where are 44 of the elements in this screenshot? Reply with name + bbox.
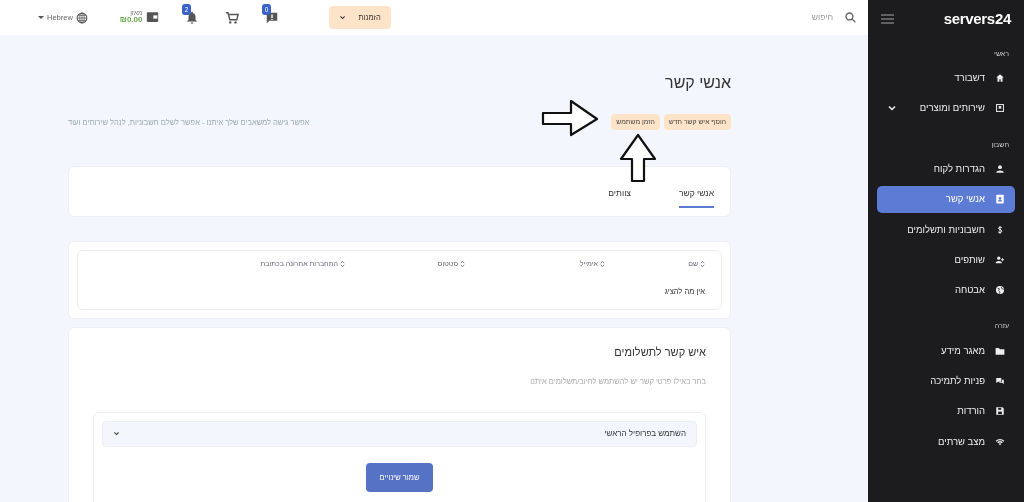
sidebar-item[interactable]: מאגר מידע <box>877 337 1015 364</box>
dollar-icon <box>995 224 1005 235</box>
sidebar-item[interactable]: הורדות <box>877 398 1015 425</box>
sidebar-item[interactable]: דשבורד <box>877 65 1015 92</box>
bell-icon[interactable] <box>185 10 200 25</box>
sidebar-item[interactable]: שירותים ומוצרים <box>877 95 1015 122</box>
sidebar-item[interactable]: פניות לתמיכה <box>877 368 1015 395</box>
sort-icon <box>700 260 705 269</box>
contact-card-icon <box>995 194 1005 205</box>
sort-icon <box>600 260 605 269</box>
message-icon[interactable] <box>265 10 280 25</box>
caret-icon <box>38 15 44 20</box>
wallet-icon[interactable] <box>146 11 160 24</box>
menu-icon[interactable] <box>881 14 894 25</box>
search-field[interactable]: חיפוש <box>715 10 835 25</box>
box-icon <box>995 103 1005 114</box>
sidebar-item[interactable]: אנשי קשר <box>877 186 1015 213</box>
card-title: איש קשר לתשלומים <box>613 344 706 360</box>
sort-icon <box>340 260 345 269</box>
contact-select[interactable]: השתמש בפרופיל הראשי <box>102 420 697 447</box>
chevron-down-icon <box>113 430 120 438</box>
search-icon[interactable] <box>845 12 856 23</box>
people-icon <box>995 254 1005 265</box>
chevron-down-icon <box>339 14 347 21</box>
sidebar-item[interactable]: הגדרות לקוח <box>877 156 1015 183</box>
logo[interactable]: servers24 <box>943 8 1011 31</box>
sidebar-item[interactable]: מצב שרתים <box>877 428 1015 455</box>
sidebar-item[interactable]: חשבוניות ותשלומים <box>877 216 1015 243</box>
tab[interactable]: צוותים <box>608 183 631 209</box>
wifi-icon <box>995 436 1005 447</box>
annotation-arrow <box>541 99 600 138</box>
page-title: אנשי קשר <box>664 73 731 93</box>
home-icon <box>995 73 1005 84</box>
chat-bubbles-icon <box>995 376 1005 387</box>
sidebar-item[interactable]: אבטחה <box>877 277 1015 304</box>
sidebar-item[interactable]: שותפים <box>877 246 1015 273</box>
cart-icon[interactable] <box>225 10 240 25</box>
folder-icon <box>995 345 1005 356</box>
person-icon <box>995 164 1005 175</box>
globe-icon <box>995 285 1005 296</box>
globe-icon <box>75 11 88 24</box>
sort-icon <box>460 260 465 269</box>
balance-amount: ₪0.00 <box>119 16 143 26</box>
tab[interactable]: אנשי קשר <box>679 183 714 209</box>
